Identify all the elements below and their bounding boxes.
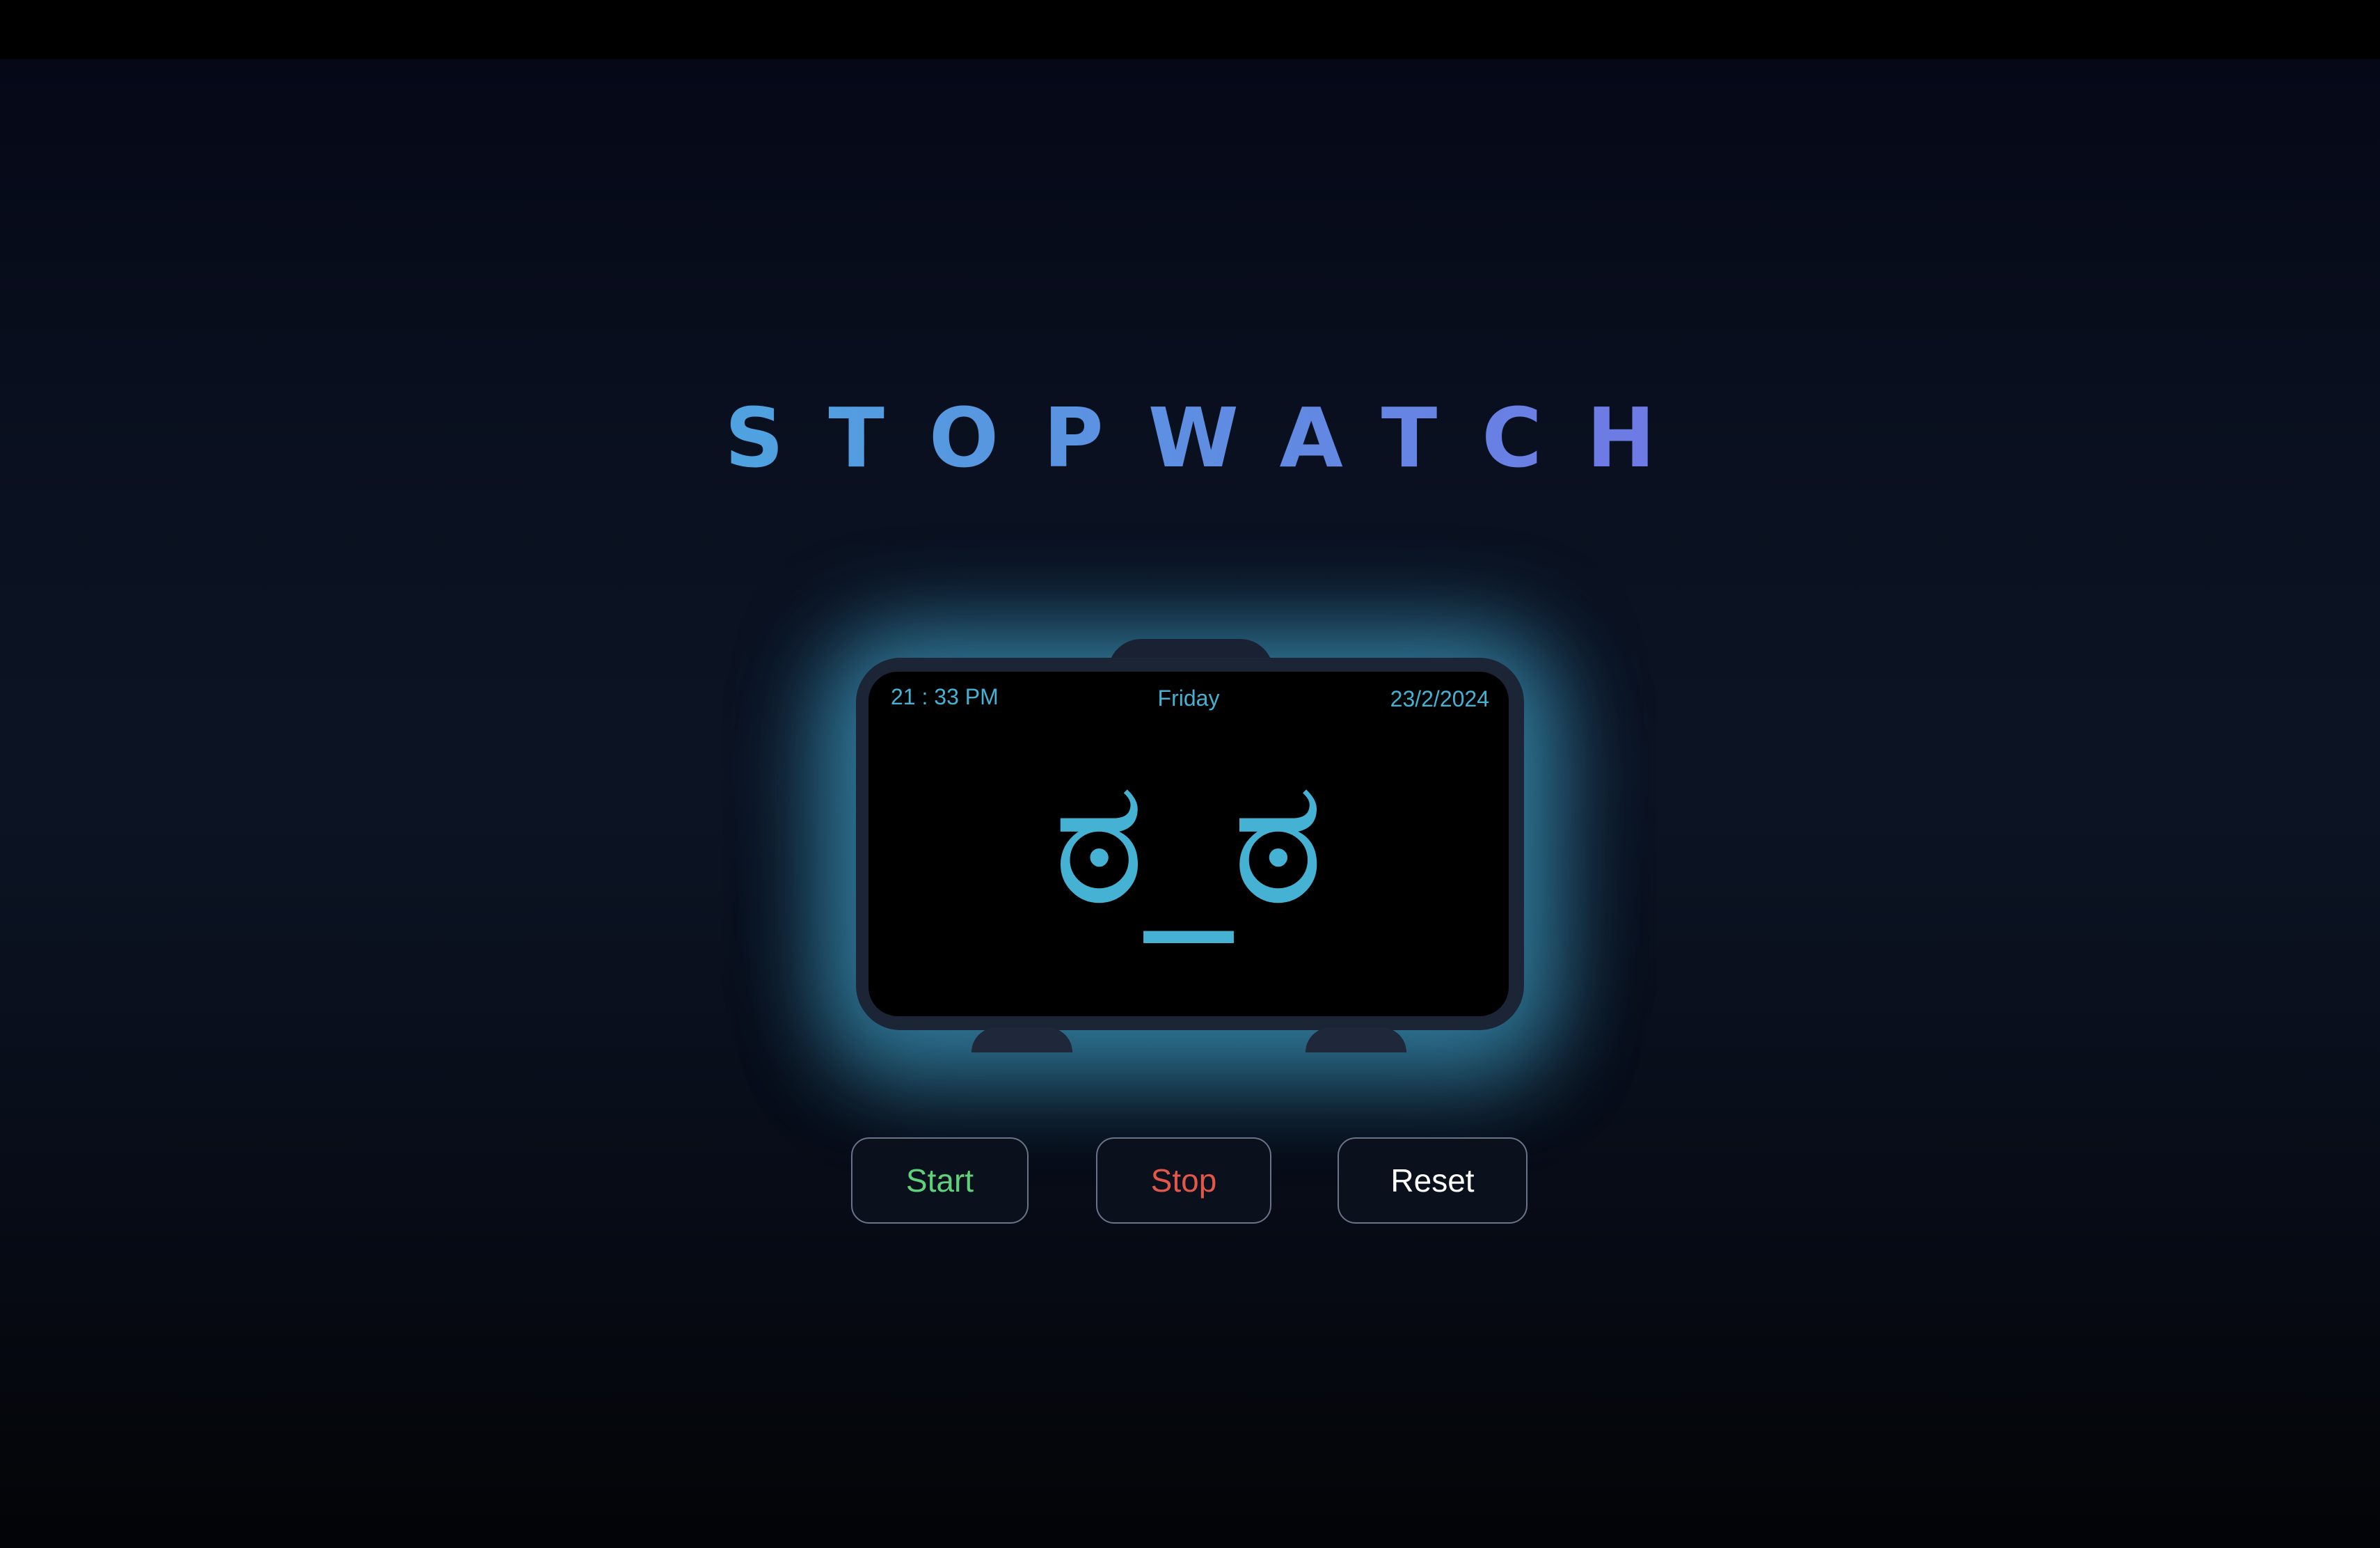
stopwatch-device: 21 : 33 PM Friday 23/2/2024 ಠ_ಠ [856,658,1524,1030]
reset-button[interactable]: Reset [1338,1137,1528,1224]
page-title: STOPWATCH [0,390,2380,486]
start-button[interactable]: Start [851,1137,1029,1224]
stop-button[interactable]: Stop [1096,1137,1271,1224]
face-emoticon: ಠ_ಠ [1053,741,1324,943]
device-foot-right [1306,1027,1406,1052]
device-foot-left [971,1027,1072,1052]
clock-date: 23/2/2024 [1390,686,1489,711]
top-bar [0,0,2380,59]
device-screen: 21 : 33 PM Friday 23/2/2024 ಠ_ಠ [868,672,1509,1016]
